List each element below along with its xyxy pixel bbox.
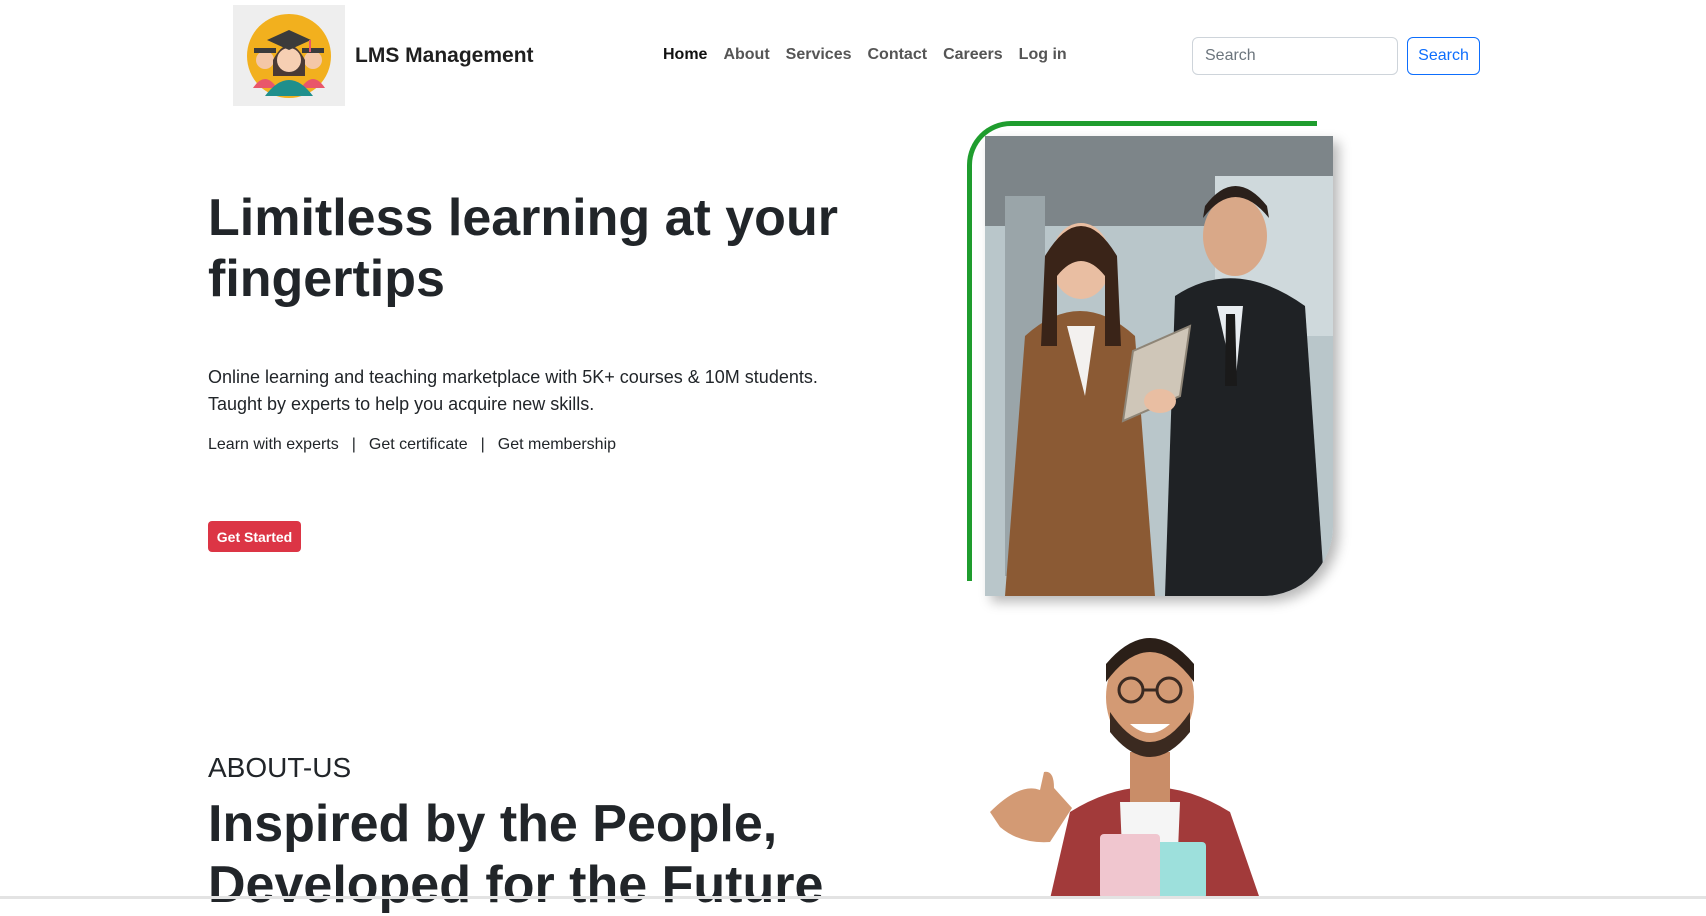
brand-name[interactable]: LMS Management — [355, 44, 534, 68]
smiling-student-illustration — [990, 638, 1260, 899]
feature-get-membership: Get membership — [497, 436, 617, 453]
about-kicker: ABOUT-US — [208, 752, 352, 783]
search-button[interactable]: Search — [1407, 37, 1480, 75]
hero-photo — [985, 136, 1333, 596]
hero-feature-links: Learn with experts | Get certificate | G… — [208, 436, 616, 454]
student-photo — [980, 612, 1320, 899]
feature-learn-with-experts: Learn with experts — [208, 436, 339, 453]
nav-about[interactable]: About — [723, 46, 769, 64]
search-input[interactable] — [1192, 37, 1398, 75]
nav-contact[interactable]: Contact — [868, 46, 928, 64]
main-nav: Home About Services Contact Careers Log … — [663, 46, 1083, 64]
graduates-logo-icon — [247, 13, 331, 98]
nav-careers[interactable]: Careers — [943, 46, 1003, 64]
feature-get-certificate: Get certificate — [368, 436, 468, 453]
business-people-illustration — [985, 136, 1333, 596]
get-started-button[interactable]: Get Started — [208, 521, 301, 552]
brand-logo[interactable] — [233, 5, 345, 106]
nav-login[interactable]: Log in — [1019, 46, 1067, 64]
separator: | — [480, 436, 485, 453]
hero-description: Online learning and teaching marketplace… — [208, 367, 818, 414]
nav-services[interactable]: Services — [786, 46, 852, 64]
nav-home[interactable]: Home — [663, 46, 707, 64]
separator: | — [351, 436, 356, 453]
hero-title: Limitless learning at your fingertips — [208, 189, 838, 308]
